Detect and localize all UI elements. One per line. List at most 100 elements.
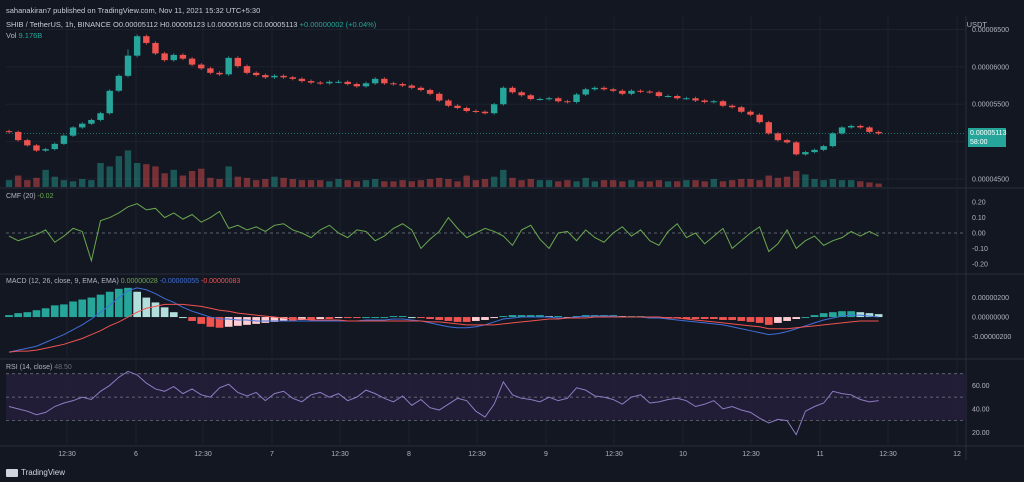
volume-bar [802, 174, 809, 187]
volume-bar [289, 179, 296, 187]
volume-bar [783, 176, 791, 187]
instrument-name[interactable]: SHIB / TetherUS, 1h, BINANCE [6, 20, 111, 29]
macd-histogram-bar [169, 312, 178, 318]
volume-bar [582, 177, 589, 187]
macd-histogram-bar [728, 317, 736, 320]
macd-histogram-bar [362, 317, 370, 319]
macd-histogram-bar [243, 317, 251, 325]
candle-body [692, 98, 699, 101]
cmf-tick-label: -0.20 [972, 261, 988, 268]
candle-body [802, 152, 809, 155]
volume-bar [555, 181, 562, 187]
macd-histogram-bar [105, 291, 114, 318]
macd-histogram-bar [444, 317, 453, 321]
candle-body [280, 75, 287, 78]
macd-histogram-bar [261, 317, 270, 323]
macd-histogram-bar [453, 317, 462, 322]
volume-bar [619, 181, 626, 187]
volume-bar [436, 177, 443, 187]
volume-bar [170, 169, 177, 187]
time-tick-label: 12:30 [742, 451, 760, 458]
cmf-value: -0.02 [37, 193, 54, 200]
rsi-title[interactable]: RSI (14, close) [6, 364, 52, 371]
volume-bar [692, 180, 699, 187]
macd-histogram-bar [710, 317, 718, 319]
candle-body [262, 75, 269, 78]
macd-histogram-bar [325, 317, 334, 319]
candle-body [97, 113, 104, 120]
tradingview-logo-icon [6, 468, 18, 477]
tradingview-brand[interactable]: TradingView [6, 468, 65, 477]
volume-bar [5, 180, 13, 187]
time-tick-label: 12 [953, 451, 961, 458]
candle-body [326, 81, 333, 84]
candle-body [362, 83, 370, 87]
candle-body [555, 98, 562, 102]
macd-histogram-bar [810, 315, 819, 318]
candle-body [619, 90, 626, 94]
candle-body [683, 98, 690, 100]
volume-bar [262, 179, 269, 187]
rsi-tick-label: 40.00 [972, 406, 990, 413]
volume-bar [664, 181, 672, 187]
candle-body [252, 72, 260, 76]
macd-histogram-bar [60, 304, 68, 318]
volume-bar [124, 150, 132, 187]
volume-bar [829, 179, 837, 187]
candle-body [500, 87, 507, 105]
volume-bar [252, 180, 260, 187]
volume-bar [280, 177, 287, 187]
macd-histogram-bar [206, 317, 215, 327]
macd-histogram-bar [343, 317, 352, 319]
volume-value: 9.176B [18, 31, 43, 40]
candle-body [783, 140, 791, 143]
candle-body [564, 101, 571, 103]
volume-bar [417, 180, 425, 187]
chart-canvas[interactable]: 0.000065000.000060000.000055000.00004500… [0, 0, 1024, 482]
candle-body [838, 127, 846, 134]
candle-body [344, 81, 351, 85]
candle-body [24, 140, 31, 146]
candle-body [820, 146, 827, 150]
candle-body [79, 123, 86, 128]
macd-histogram-bar [23, 312, 32, 318]
candle-body [857, 125, 864, 128]
volume-bar [79, 179, 86, 187]
macd-title[interactable]: MACD (12, 26, close, 9, EMA, EMA) [6, 278, 119, 285]
candle-body [518, 92, 525, 96]
time-tick-label: 12:30 [194, 451, 212, 458]
candle-body [60, 135, 68, 144]
volume-bar [847, 180, 855, 187]
volume-bar [719, 181, 727, 187]
candle-body [371, 78, 379, 84]
bar-countdown: 58:00 [970, 139, 988, 146]
macd-histogram-bar [334, 317, 343, 319]
macd-histogram-bar [115, 288, 123, 318]
candle-body [188, 58, 196, 65]
volume-bar [875, 183, 882, 187]
candle-body [637, 90, 644, 92]
volume-bar [747, 179, 754, 187]
volume-legend: Vol 9.176B [6, 31, 42, 40]
candle-body [774, 133, 782, 141]
candle-body [225, 57, 232, 75]
rsi-tick-label: 60.00 [972, 383, 990, 390]
volume-bar [344, 180, 351, 187]
candle-body [307, 81, 315, 83]
volume-bar [536, 180, 544, 187]
cmf-tick-label: 0.10 [972, 215, 986, 222]
candle-body [509, 87, 516, 93]
macd-histogram-bar [691, 317, 700, 319]
volume-bar [234, 176, 242, 187]
candle-body [875, 131, 882, 134]
candle-body [234, 57, 242, 67]
rsi-value: 48.50 [54, 364, 72, 371]
cmf-title[interactable]: CMF (20) [6, 193, 36, 200]
candle-body [417, 87, 425, 91]
rsi-legend: RSI (14, close) 48.50 [6, 364, 72, 371]
time-tick-label: 8 [407, 451, 411, 458]
time-tick-label: 12:30 [879, 451, 897, 458]
candle-body [207, 68, 214, 73]
volume-bar [820, 180, 827, 187]
candle-body [738, 107, 745, 112]
